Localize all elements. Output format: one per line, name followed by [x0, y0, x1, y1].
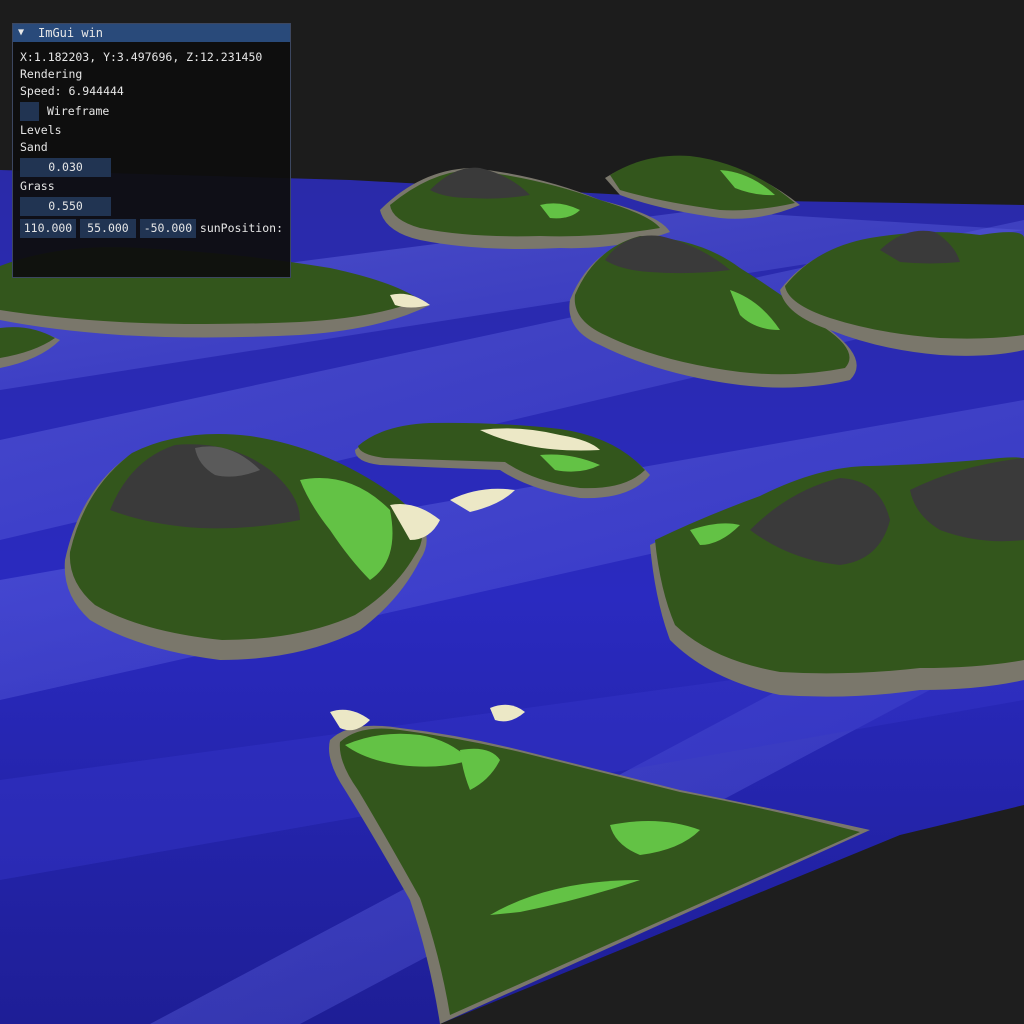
imgui-window[interactable]: ▼ ImGui win X:1.182203, Y:3.497696, Z:12… — [12, 23, 291, 278]
window-title: ImGui win — [38, 26, 104, 40]
wireframe-label: Wireframe — [47, 104, 110, 118]
sand-level-input[interactable]: 0.030 — [20, 157, 111, 177]
levels-heading: Levels — [20, 123, 62, 137]
section-rendering: Rendering — [20, 67, 83, 81]
sun-position-label: sunPosition: — [199, 221, 283, 235]
imgui-content: X:1.182203, Y:3.497696, Z:12.231450 Rend… — [13, 42, 290, 239]
triangle-down-icon[interactable]: ▼ — [18, 24, 30, 42]
sun-position-row: 110.000 55.000 -50.000 sunPosition: — [20, 217, 283, 239]
speed-readout: Speed: 6.944444 — [20, 84, 124, 98]
sun-position-x-input[interactable]: 110.000 — [20, 218, 76, 238]
sun-position-z-input[interactable]: -50.000 — [139, 218, 196, 238]
wireframe-checkbox[interactable] — [20, 101, 39, 121]
sun-position-y-input[interactable]: 55.000 — [79, 218, 136, 238]
grass-label: Grass — [20, 179, 55, 193]
sand-label: Sand — [20, 140, 48, 154]
wireframe-row: Wireframe — [20, 100, 283, 122]
imgui-title-bar[interactable]: ▼ ImGui win — [13, 24, 290, 42]
camera-position-readout: X:1.182203, Y:3.497696, Z:12.231450 — [20, 50, 263, 64]
grass-level-input[interactable]: 0.550 — [20, 196, 111, 216]
